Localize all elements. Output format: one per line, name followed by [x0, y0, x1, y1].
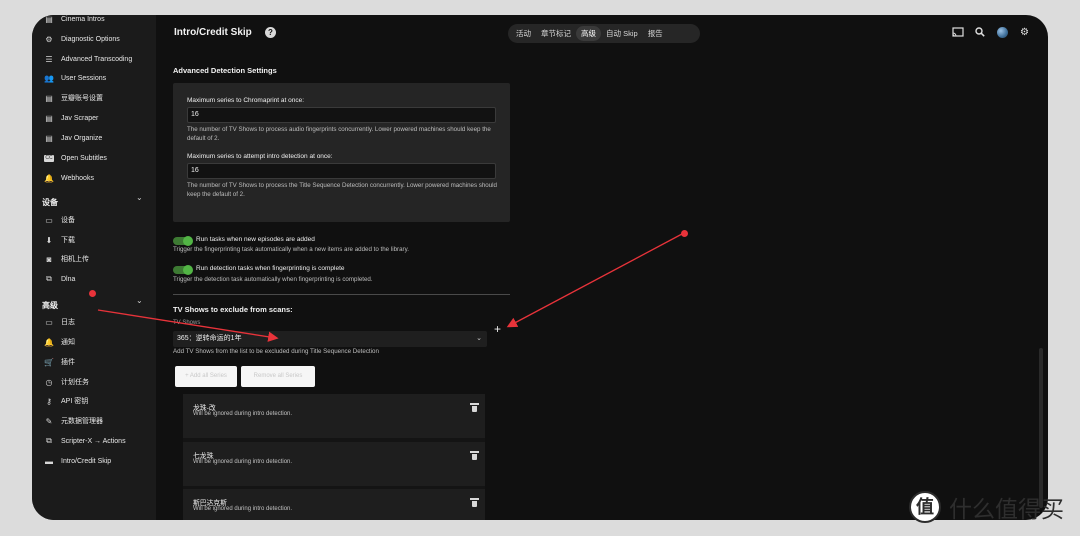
- app-window: ▤ Cinema Intros ⚙ Diagnostic Options ☰ Adva…: [32, 15, 1048, 520]
- annotation-arrows: [97, 233, 683, 342]
- annotation-marker: [89, 290, 96, 297]
- watermark: 值 什么值得买: [909, 490, 1064, 524]
- watermark-logo: 值: [909, 491, 941, 523]
- annotation-marker: [681, 230, 688, 237]
- watermark-text: 什么值得买: [949, 497, 1064, 523]
